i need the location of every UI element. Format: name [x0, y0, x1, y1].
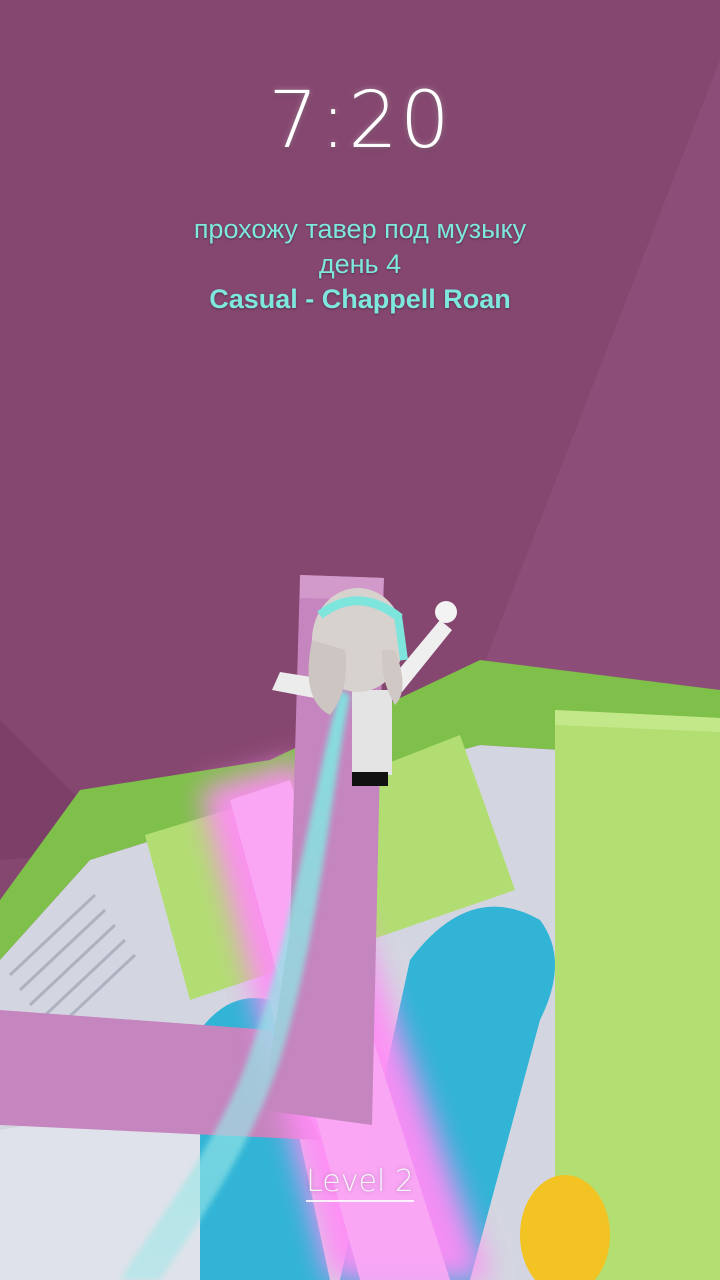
- run-timer: 7:20: [268, 76, 452, 166]
- level-label: Level 2: [306, 1164, 414, 1202]
- caption-line-2: день 4: [318, 249, 402, 279]
- caption-line-1: прохожу тавер под музыку: [193, 214, 527, 244]
- level-indicator: Level 2: [0, 1164, 720, 1202]
- caption-song: Casual - Chappell Roan: [209, 284, 511, 314]
- video-caption: прохожу тавер под музыку день 4 Casual -…: [0, 212, 720, 317]
- game-viewport: [0, 0, 720, 1280]
